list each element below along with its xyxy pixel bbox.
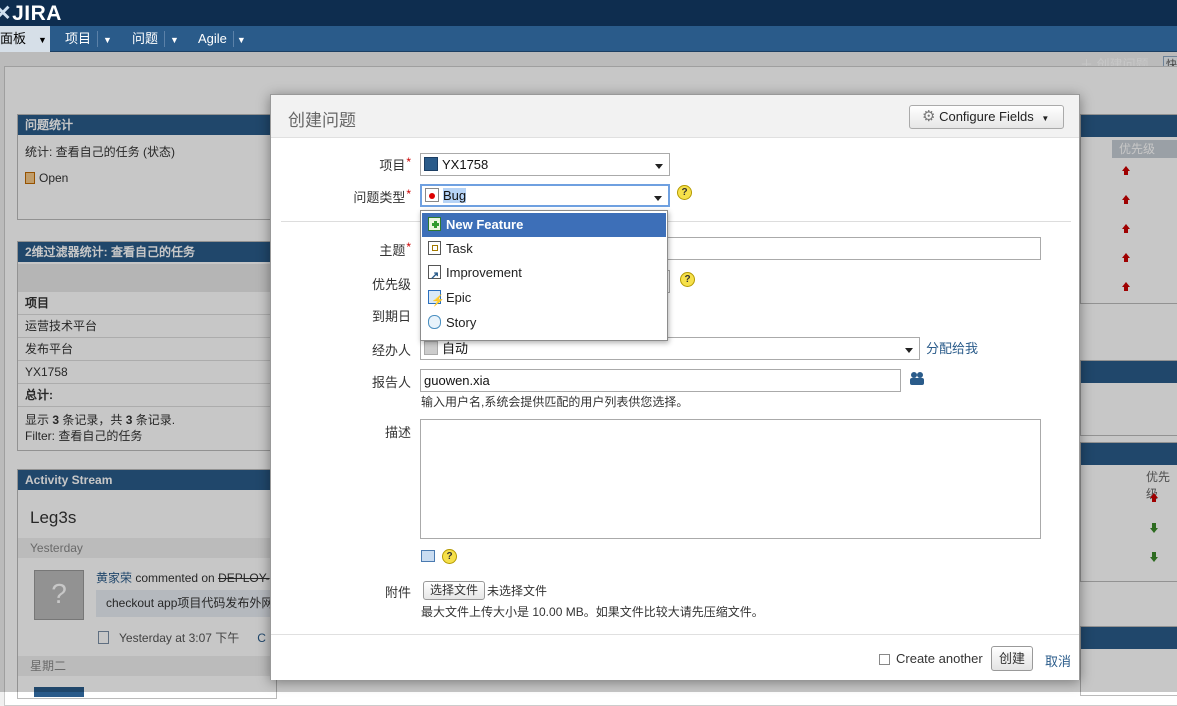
issuetype-select[interactable]: Bug bbox=[420, 184, 670, 207]
issuetype-label: 问题类型* bbox=[301, 187, 411, 206]
create-another-label: Create another bbox=[896, 651, 983, 666]
dropdown-item-label: Story bbox=[446, 315, 477, 330]
issuetype-dropdown: New Feature Task ↗ Improvement ⚡ Epic Stor… bbox=[420, 210, 668, 341]
max-size-hint: 最大文件上传大小是 10.00 MB。如果文件比较大请先压缩文件。 bbox=[421, 605, 764, 619]
nav-projects-label: 项目 bbox=[65, 31, 92, 46]
nav-divider bbox=[233, 31, 234, 47]
reporter-hint: 输入用户名,系统会提供匹配的用户列表供您选择。 bbox=[421, 395, 689, 409]
divider bbox=[281, 221, 1071, 222]
jira-logo[interactable]: ✕JIRA bbox=[0, 1, 62, 26]
task-icon bbox=[428, 241, 441, 255]
dropdown-item-task[interactable]: Task bbox=[422, 237, 666, 261]
required-marker: * bbox=[406, 240, 411, 254]
user-avatar-icon bbox=[424, 341, 438, 355]
choose-file-button[interactable]: 选择文件 bbox=[423, 581, 486, 600]
assignee-label: 经办人 bbox=[371, 343, 411, 358]
help-icon[interactable]: ? bbox=[677, 185, 692, 200]
main-navigation: 面板 ▼ 项目 ▼ 问题 ▼ Agile ▼ ＋ 创建问题 快 bbox=[0, 26, 1177, 74]
nav-projects[interactable]: 项目 ▼ bbox=[65, 26, 112, 52]
configure-fields-button[interactable]: ⚙ Configure Fields ▼ bbox=[909, 105, 1064, 129]
project-value: YX1758 bbox=[442, 157, 489, 172]
issuetype-value: Bug bbox=[443, 188, 467, 203]
project-avatar-icon bbox=[424, 157, 438, 171]
description-label: 描述 bbox=[384, 425, 411, 440]
required-marker: * bbox=[406, 155, 411, 169]
improvement-icon: ↗ bbox=[428, 265, 441, 282]
nav-divider bbox=[164, 31, 165, 47]
dialog-footer: Create another 创建 取消 bbox=[271, 634, 1079, 680]
dropdown-item-label: New Feature bbox=[446, 217, 524, 232]
chevron-down-icon[interactable]: ▼ bbox=[237, 35, 246, 45]
wiki-preview-icon[interactable] bbox=[421, 550, 435, 562]
attachment-label: 附件 bbox=[384, 585, 411, 600]
dropdown-item-label: Improvement bbox=[446, 265, 522, 280]
epic-icon: ⚡ bbox=[428, 290, 445, 307]
priority-label: 优先级 bbox=[371, 277, 411, 292]
nav-issues-label: 问题 bbox=[132, 31, 159, 46]
project-label-text: 项目 bbox=[379, 158, 406, 173]
dropdown-item-story[interactable]: Story bbox=[422, 311, 666, 335]
gear-icon: ⚙ bbox=[922, 108, 936, 125]
chevron-down-icon[interactable]: ▼ bbox=[170, 35, 179, 45]
create-another-checkbox[interactable] bbox=[879, 654, 890, 665]
dropdown-item-label: Task bbox=[446, 241, 473, 256]
no-file-selected: 未选择文件 bbox=[487, 584, 548, 598]
cancel-link[interactable]: 取消 bbox=[1045, 651, 1071, 670]
project-select[interactable]: YX1758 bbox=[420, 153, 670, 176]
nav-agile[interactable]: Agile ▼ bbox=[198, 26, 246, 52]
required-marker: * bbox=[406, 187, 411, 201]
issuetype-label-text: 问题类型 bbox=[353, 190, 406, 205]
help-icon[interactable]: ? bbox=[442, 549, 457, 564]
project-label: 项目* bbox=[301, 155, 411, 174]
reporter-label: 报告人 bbox=[371, 375, 411, 390]
description-textarea[interactable] bbox=[420, 419, 1041, 539]
create-issue-dialog: 创建问题 ⚙ Configure Fields ▼ 项目* YX1758 问题类… bbox=[270, 94, 1080, 680]
nav-dashboards-label: 面板 bbox=[0, 31, 27, 46]
nav-dashboards[interactable]: 面板 ▼ bbox=[0, 26, 50, 52]
assign-to-me-link[interactable]: 分配给我 bbox=[926, 338, 978, 357]
chevron-down-icon[interactable]: ▼ bbox=[103, 35, 112, 45]
dropdown-item-improvement[interactable]: ↗ Improvement bbox=[422, 261, 666, 285]
dropdown-item-label: Epic bbox=[446, 290, 472, 305]
dialog-title: 创建问题 bbox=[288, 111, 356, 130]
configure-fields-label: Configure Fields bbox=[939, 109, 1034, 124]
summary-label-text: 主题 bbox=[379, 243, 406, 258]
reporter-input[interactable]: guowen.xia bbox=[420, 369, 901, 392]
chevron-down-icon: ▼ bbox=[1041, 114, 1050, 123]
create-button[interactable]: 创建 bbox=[991, 646, 1033, 671]
nav-issues[interactable]: 问题 ▼ bbox=[132, 26, 179, 52]
help-icon[interactable]: ? bbox=[680, 272, 695, 287]
chevron-down-icon[interactable]: ▼ bbox=[38, 35, 47, 45]
bug-icon bbox=[425, 188, 439, 202]
nav-divider bbox=[97, 31, 98, 47]
story-icon bbox=[428, 315, 441, 329]
new-feature-icon bbox=[428, 217, 441, 231]
dropdown-item-epic[interactable]: ⚡ Epic bbox=[422, 286, 666, 310]
summary-label: 主题* bbox=[301, 240, 411, 259]
dropdown-item-new-feature[interactable]: New Feature bbox=[422, 213, 666, 237]
dialog-header: 创建问题 ⚙ Configure Fields ▼ bbox=[271, 95, 1079, 138]
due-date-label: 到期日 bbox=[371, 309, 411, 324]
top-header: ✕JIRA bbox=[0, 0, 1177, 26]
nav-agile-label: Agile bbox=[198, 31, 227, 46]
assignee-value: 自动 bbox=[442, 341, 469, 356]
user-picker-icon[interactable] bbox=[909, 370, 925, 386]
